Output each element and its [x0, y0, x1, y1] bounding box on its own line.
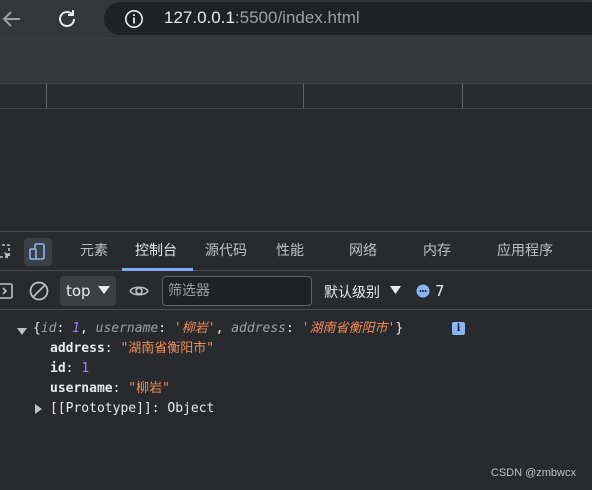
site-info-icon[interactable]	[124, 9, 144, 29]
device-toolbar-button[interactable]	[24, 238, 52, 266]
back-button[interactable]	[0, 5, 26, 33]
reload-button[interactable]	[53, 5, 81, 33]
live-expression-button[interactable]	[126, 278, 152, 304]
context-selector[interactable]: top	[60, 276, 116, 306]
divider	[303, 84, 304, 108]
arrow-left-icon	[2, 11, 20, 27]
sidebar-icon	[0, 283, 13, 299]
divider	[462, 84, 463, 108]
issues-counter[interactable]: 7	[416, 281, 445, 301]
device-mode-icon	[29, 243, 45, 260]
summary-value: '柳岩'	[173, 321, 216, 336]
tab-sources[interactable]: 源代码	[205, 232, 247, 271]
prototype-row[interactable]: [[Prototype]]: Object	[50, 399, 214, 419]
tab-elements[interactable]: 元素	[80, 232, 108, 271]
bookmarks-bar	[0, 38, 592, 83]
summary-value: '湖南省衡阳市'	[301, 321, 396, 336]
tab-memory[interactable]: 内存	[423, 232, 451, 271]
property-key: id	[50, 361, 66, 376]
chevron-down-icon	[98, 286, 110, 294]
property-row: id: 1	[50, 361, 90, 376]
reload-icon	[59, 10, 75, 27]
tab-network[interactable]: 网络	[349, 232, 377, 271]
summary-key: id	[40, 321, 57, 336]
property-key: username	[50, 381, 113, 396]
inspect-element-button[interactable]	[0, 238, 18, 266]
property-key: address	[50, 341, 105, 356]
devtools-tab-bar: 元素 控制台 源代码 性能 网络 内存 应用程序	[0, 231, 592, 271]
url-text[interactable]: 127.0.0.1:5500/index.html	[164, 8, 360, 28]
page-viewport	[0, 109, 592, 231]
object-summary[interactable]: {id: 1, username: '柳岩', address: '湖南省衡阳市…	[33, 319, 403, 339]
expand-arrow-icon[interactable]	[17, 328, 27, 335]
tab-application[interactable]: 应用程序	[497, 232, 553, 271]
issues-count: 7	[435, 282, 445, 300]
console-output: {id: 1, username: '柳岩', address: '湖南省衡阳市…	[0, 311, 592, 490]
summary-value: 1	[72, 321, 80, 336]
brace-open: {	[33, 321, 41, 336]
chevron-down-icon	[390, 286, 401, 294]
show-sidebar-button[interactable]	[0, 278, 18, 304]
property-row: address: "湖南省衡阳市"	[50, 341, 215, 356]
summary-key: username	[95, 321, 159, 336]
page-strip	[0, 83, 592, 109]
console-toolbar: top 默认级别 7	[0, 272, 592, 310]
info-icon[interactable]: i	[452, 322, 465, 335]
log-levels-dropdown[interactable]: 默认级别	[324, 282, 380, 302]
divider	[46, 84, 47, 108]
collapse-arrow-icon[interactable]	[35, 404, 42, 414]
active-tab-indicator	[122, 268, 193, 271]
eye-icon	[129, 286, 149, 296]
watermark: CSDN @zmbwcx	[490, 467, 576, 479]
tab-console[interactable]: 控制台	[135, 232, 177, 271]
prototype-value: Object	[167, 401, 215, 416]
property-value: "湖南省衡阳市"	[120, 341, 215, 356]
context-label: top	[66, 282, 91, 300]
url-path: :5500/index.html	[234, 8, 360, 27]
brace-close: }	[395, 321, 404, 336]
message-icon	[416, 284, 430, 298]
url-host: 127.0.0.1	[164, 8, 235, 27]
tab-performance[interactable]: 性能	[276, 232, 304, 271]
filter-input[interactable]	[162, 276, 312, 306]
clear-icon	[29, 281, 49, 301]
browser-toolbar: 127.0.0.1:5500/index.html	[0, 0, 592, 38]
clear-console-button[interactable]	[26, 278, 52, 304]
property-value: 1	[81, 361, 90, 376]
inspect-icon	[0, 244, 11, 259]
prototype-key: [[Prototype]]	[50, 401, 152, 416]
property-row: username: "柳岩"	[50, 381, 170, 396]
summary-key: address	[231, 321, 287, 336]
property-value: "柳岩"	[128, 381, 170, 396]
